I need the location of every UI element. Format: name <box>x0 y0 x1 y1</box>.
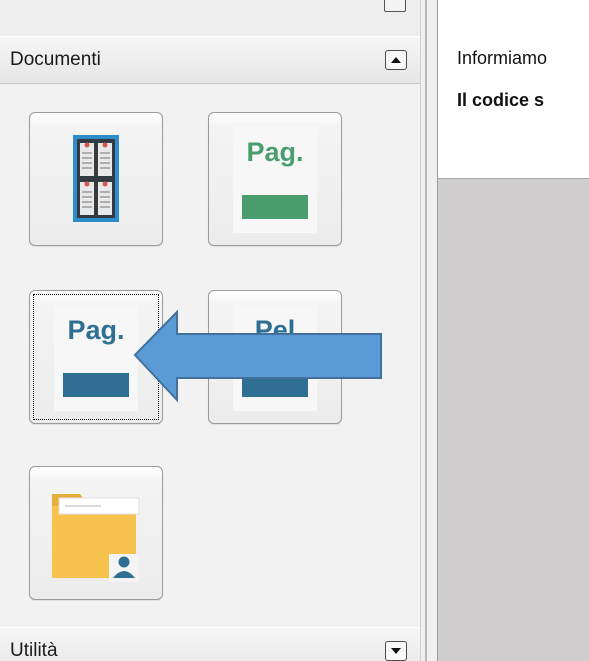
left-sidebar: Documenti Pag. Pag. Pel Utilità <box>0 0 420 661</box>
pagelle-green-tile-button[interactable]: Pag. <box>208 112 342 246</box>
clipped-toggle-button[interactable] <box>384 0 406 12</box>
splitter-line <box>425 0 427 661</box>
expand-down-icon[interactable] <box>385 641 407 661</box>
bacheca-board-icon <box>73 135 119 222</box>
utility-section-title: Utilità <box>10 640 58 661</box>
bacheca-tile-button[interactable] <box>29 112 163 246</box>
folder-tile-button[interactable] <box>29 466 163 600</box>
tile-label: Pag. <box>67 315 125 345</box>
info-code-line: Il codice s <box>457 90 545 110</box>
info-text-line: Informiamo <box>457 48 548 68</box>
documents-section-title: Documenti <box>10 49 101 70</box>
blue-bar-icon <box>242 373 308 397</box>
info-message-box: Informiamo Il codice s <box>438 0 589 179</box>
pel-tile-button[interactable]: Pel <box>208 290 342 424</box>
collapse-up-icon[interactable] <box>385 50 407 70</box>
content-panel: Informiamo Il codice s <box>438 0 589 661</box>
blue-bar-icon <box>63 373 129 397</box>
folder-user-icon <box>52 494 140 582</box>
tile-label: Pel <box>254 315 296 345</box>
page-icon: Pag. <box>54 305 138 411</box>
utility-section-header[interactable]: Utilità <box>0 627 420 661</box>
pagelle-blue-tile-button[interactable]: Pag. <box>29 290 163 424</box>
page-icon: Pag. <box>233 127 317 233</box>
tile-label: Pag. <box>246 137 304 167</box>
page-icon: Pel <box>233 305 317 411</box>
documents-section-header[interactable]: Documenti <box>0 36 420 84</box>
green-bar-icon <box>242 195 308 219</box>
documents-icon-area: Pag. Pag. Pel <box>0 84 420 627</box>
clipped-section-header <box>0 0 420 37</box>
panel-splitter[interactable] <box>420 0 438 661</box>
